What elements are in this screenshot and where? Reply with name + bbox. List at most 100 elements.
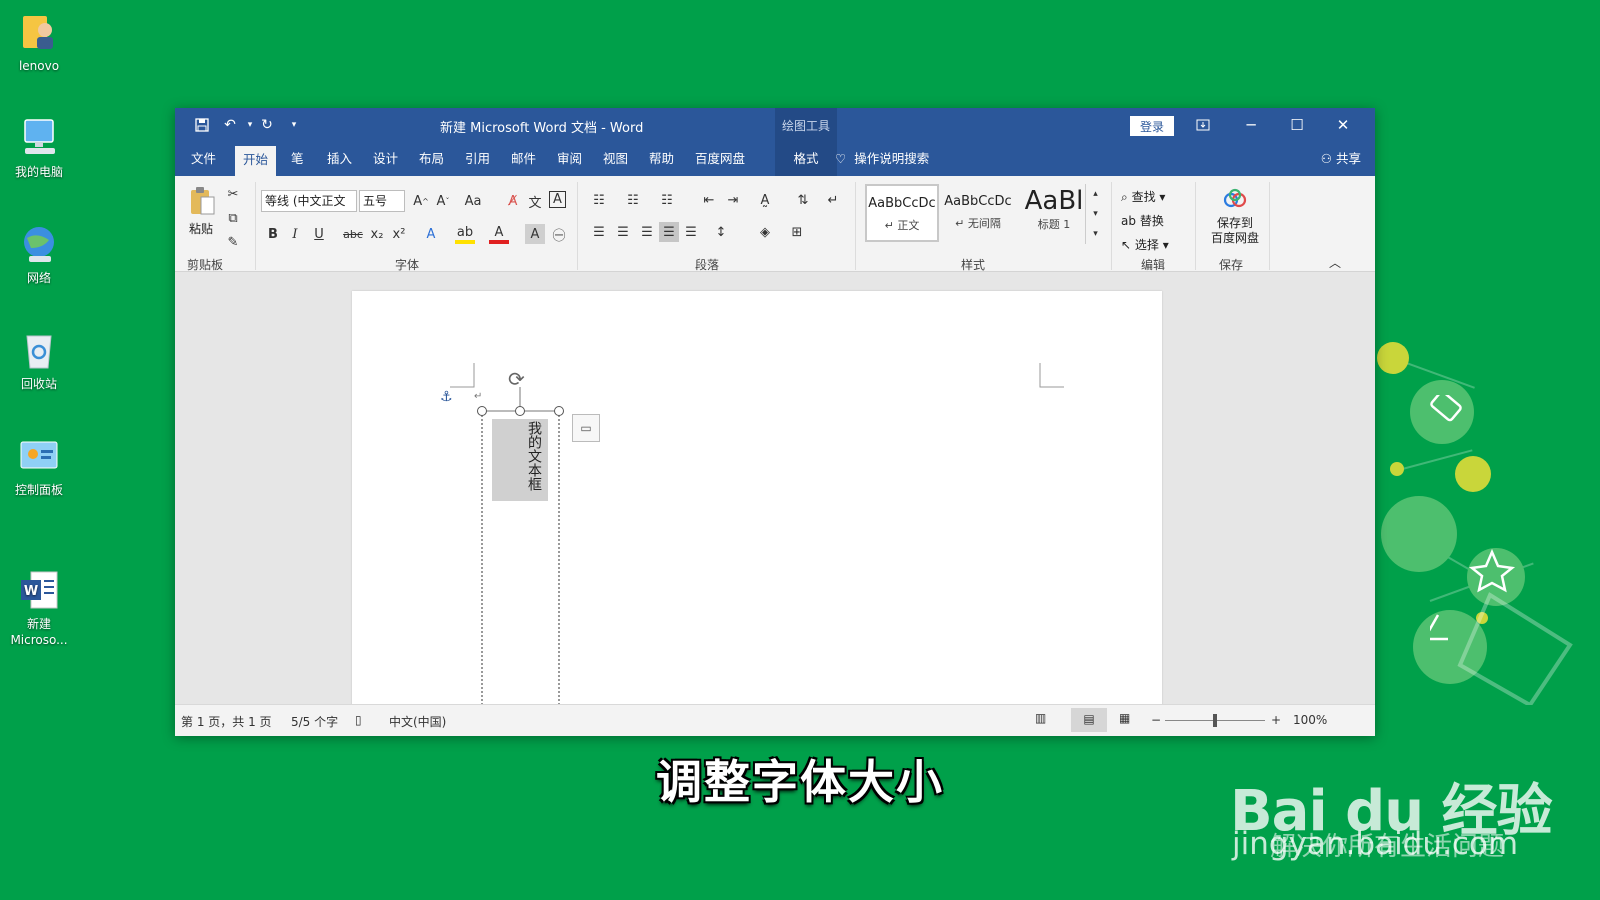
proofing-icon[interactable]: ▯ [355,713,362,727]
align-right-icon[interactable]: ☰ [637,222,657,242]
tab-baidu-netdisk[interactable]: 百度网盘 [687,142,753,176]
cloud-icon[interactable] [1221,186,1249,210]
borders-icon[interactable]: ⊞ [787,222,807,242]
shading-icon[interactable]: ◈ [755,222,775,242]
find-button[interactable]: ⌕ 查找 ▾ [1121,188,1165,205]
align-center-icon[interactable]: ☰ [613,222,633,242]
shrink-font-icon[interactable]: Aˇ [433,191,453,211]
desktop-icon-lenovo[interactable]: lenovo [4,10,74,74]
desktop-icon-control-panel[interactable]: 控制面板 [4,434,74,498]
maximize-icon[interactable]: ☐ [1279,112,1315,138]
font-size-select[interactable]: 五号 [359,190,405,212]
zoom-in-icon[interactable]: + [1271,713,1281,727]
bold-icon[interactable]: B [263,224,283,244]
sort-icon[interactable]: ⇅ [793,190,813,210]
redo-icon[interactable]: ↻ [256,114,278,136]
textbox[interactable]: 我的文本框 [492,419,548,501]
font-name-select[interactable]: 等线 (中文正文 [261,190,357,212]
clear-formatting-icon[interactable]: A̸ [503,191,523,211]
justify-icon[interactable]: ☰ [659,222,679,242]
distributed-icon[interactable]: ☰ [681,222,701,242]
collapse-ribbon-icon[interactable]: ︿ [1325,252,1345,272]
tab-references[interactable]: 引用 [457,142,498,176]
word-window[interactable]: ↶ ▾ ↻ ▾ 新建 Microsoft Word 文档 - Word 绘图工具… [175,108,1375,736]
layout-options-icon[interactable]: ▭ [572,414,600,442]
show-marks-icon[interactable]: ↵ [823,190,843,210]
tab-layout[interactable]: 布局 [411,142,452,176]
document-page[interactable]: ⟳ ⚓ ↵ ▭ 我的文本框 [352,291,1162,711]
line-spacing-icon[interactable]: ↕ [711,222,731,242]
tab-insert[interactable]: 插入 [319,142,360,176]
styles-scroll-up-icon[interactable]: ▴ [1085,184,1105,204]
decrease-indent-icon[interactable]: ⇤ [699,190,719,210]
zoom-out-icon[interactable]: − [1151,713,1161,727]
desktop-icon-word-doc[interactable]: W 新建 Microso... [4,540,74,662]
print-layout-icon[interactable]: ▤ [1071,708,1107,732]
save-to-baidu-button[interactable]: 保存到 百度网盘 [1205,216,1265,246]
desktop-icon-my-computer[interactable]: 我的电脑 [4,116,74,180]
save-icon[interactable] [191,114,213,136]
word-count[interactable]: 5/5 个字 [291,713,338,730]
change-case-icon[interactable]: Aa [463,191,483,211]
tab-format[interactable]: 格式 [775,142,837,176]
highlight-icon[interactable]: ab [455,224,475,244]
increase-indent-icon[interactable]: ⇥ [723,190,743,210]
style-no-spacing[interactable]: AaBbCcDc ↵ 无间隔 [941,184,1015,242]
zoom-level[interactable]: 100% [1293,713,1327,727]
grow-font-icon[interactable]: A ^ [411,191,431,211]
chinese-layout-icon[interactable]: A̰ [755,190,775,210]
textbox-text[interactable]: 我的文本框 [526,421,542,491]
tab-mailings[interactable]: 邮件 [503,142,544,176]
font-color-icon[interactable]: A [489,224,509,244]
language-indicator[interactable]: 中文(中国) [389,713,446,730]
undo-icon[interactable]: ↶ [219,114,241,136]
tab-design[interactable]: 设计 [365,142,406,176]
page-count[interactable]: 第 1 页，共 1 页 [181,713,272,730]
underline-icon[interactable]: U [309,224,329,244]
desktop-icon-recycle-bin[interactable]: 回收站 [4,328,74,392]
paste-icon[interactable] [187,184,217,218]
tab-view[interactable]: 视图 [595,142,636,176]
rotate-handle-icon[interactable]: ⟳ [508,367,525,391]
ribbon-display-options-icon[interactable] [1185,112,1221,138]
zoom-slider-thumb[interactable] [1213,714,1217,727]
zoom-slider[interactable] [1165,714,1265,727]
italic-icon[interactable]: I [285,224,305,244]
copy-icon[interactable]: ⧉ [223,208,243,228]
close-icon[interactable]: ✕ [1325,112,1361,138]
tab-file[interactable]: 文件 [183,142,224,176]
bullets-icon[interactable]: ☷ [589,190,609,210]
styles-more-icon[interactable]: ▾ [1085,224,1105,244]
phonetic-guide-icon[interactable]: 文 [525,191,545,211]
tab-review[interactable]: 审阅 [549,142,590,176]
character-border-icon[interactable]: A [549,191,566,208]
tab-pen[interactable]: 笔 [283,142,312,176]
styles-scroll-down-icon[interactable]: ▾ [1085,204,1105,224]
minimize-icon[interactable]: ─ [1233,112,1269,138]
tab-home[interactable]: 开始 [235,146,277,176]
customize-toolbar-icon[interactable]: ▾ [283,114,305,136]
replace-button[interactable]: ab 替换 [1121,212,1164,229]
multilevel-list-icon[interactable]: ☷ [657,190,677,210]
numbering-icon[interactable]: ☷ [623,190,643,210]
web-layout-icon[interactable]: ▦ [1119,711,1130,725]
select-button[interactable]: ↖ 选择 ▾ [1121,236,1169,253]
cut-icon[interactable]: ✂ [223,184,243,204]
style-normal[interactable]: AaBbCcDc ↵ 正文 [865,184,939,242]
enclose-characters-icon[interactable]: ㊀ [549,224,569,244]
format-painter-icon[interactable]: ✎ [223,232,243,252]
read-mode-icon[interactable]: ▥ [1035,711,1046,725]
character-shading-icon[interactable]: A [525,224,545,244]
desktop-icon-network[interactable]: 网络 [4,222,74,286]
share-button[interactable]: ⚇ 共享 [1321,142,1361,176]
tell-me-search[interactable]: ♡ 操作说明搜索 [835,142,929,176]
text-effects-icon[interactable]: A [421,224,441,244]
align-left-icon[interactable]: ☰ [589,222,609,242]
superscript-icon[interactable]: x² [389,224,409,244]
style-heading-1[interactable]: AaBl 标题 1 [1017,184,1091,242]
tab-help[interactable]: 帮助 [641,142,682,176]
strikethrough-icon[interactable]: abc [343,224,363,244]
login-button[interactable]: 登录 [1130,116,1174,136]
paste-button[interactable]: 粘贴 [189,220,213,237]
subscript-icon[interactable]: x₂ [367,224,387,244]
